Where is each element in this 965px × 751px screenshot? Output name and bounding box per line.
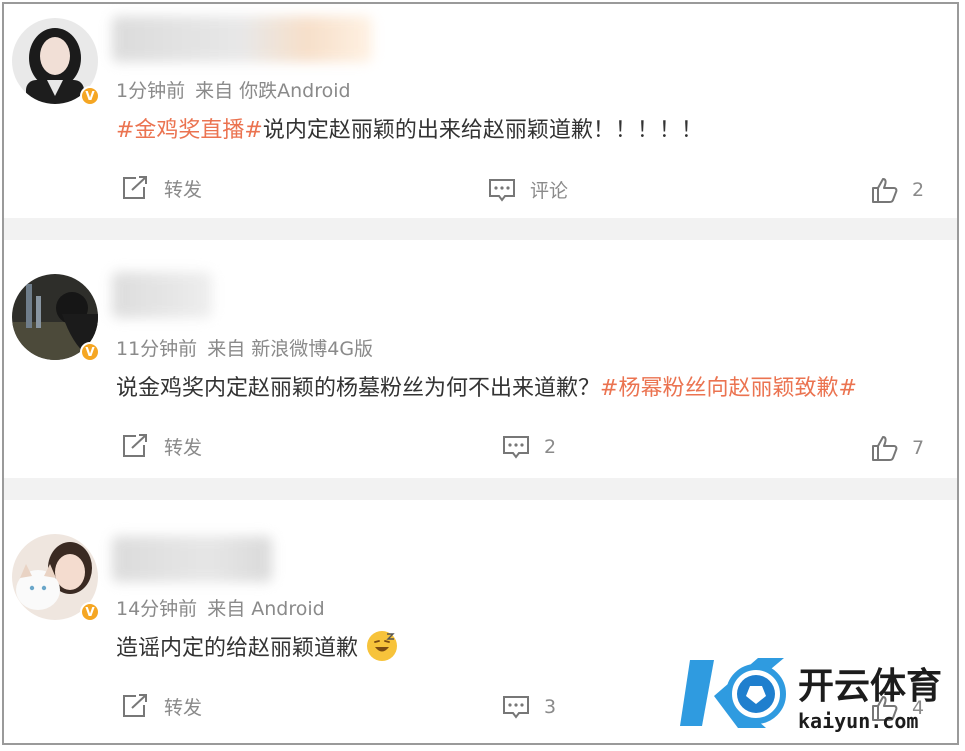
post-meta: 14分钟前 来自 Android — [116, 594, 335, 621]
post-source: 来自 新浪微博4G版 — [207, 338, 374, 360]
feed-frame: V 1分钟前 来自 你跌Android #金鸡奖直播#说内定赵丽颖的出来给赵丽颖道… — [2, 2, 959, 745]
verified-badge-icon: V — [80, 86, 100, 106]
post-text: 造谣内定的给赵丽颖道歉 — [116, 630, 398, 662]
post-meta: 1分钟前 来自 你跌Android — [116, 76, 361, 103]
comment-button[interactable]: 3 — [502, 694, 556, 720]
avatar[interactable]: V — [12, 274, 100, 362]
comment-count: 2 — [544, 436, 557, 458]
post-body: 说内定赵丽颖的出来给赵丽颖道歉！！！！！ — [262, 118, 703, 143]
post-source: 来自 你跌Android — [195, 80, 351, 102]
hashtag-link[interactable]: #金鸡奖直播# — [116, 118, 263, 143]
post-2: V 11分钟前 来自 新浪微博4G版 说金鸡奖内定赵丽颖的杨墓粉丝为何不出来道歉？… — [4, 240, 957, 478]
repost-label: 转发 — [164, 696, 203, 719]
verified-badge-icon: V — [80, 342, 100, 362]
like-button[interactable]: 2 — [870, 176, 924, 204]
username-blurred[interactable] — [112, 272, 212, 318]
post-body: 说金鸡奖内定赵丽颖的杨墓粉丝为何不出来道歉？ — [116, 376, 601, 401]
post-time: 11分钟前 — [116, 338, 198, 360]
thumbs-up-icon — [872, 178, 898, 203]
post-separator — [4, 218, 957, 240]
repost-button[interactable]: 转发 — [120, 174, 202, 202]
post-source: 来自 Android — [207, 598, 325, 620]
post-text: #金鸡奖直播#说内定赵丽颖的出来给赵丽颖道歉！！！！！ — [116, 112, 703, 144]
grinning-emoji-icon — [367, 631, 398, 661]
post-1: V 1分钟前 来自 你跌Android #金鸡奖直播#说内定赵丽颖的出来给赵丽颖道… — [4, 4, 957, 218]
post-text: 说金鸡奖内定赵丽颖的杨墓粉丝为何不出来道歉？#杨幂粉丝向赵丽颖致歉# — [116, 370, 857, 402]
repost-button[interactable]: 转发 — [120, 692, 202, 720]
like-count: 2 — [912, 179, 925, 201]
post-time: 14分钟前 — [116, 598, 198, 620]
post-body: 造谣内定的给赵丽颖道歉 — [116, 636, 359, 661]
comment-button[interactable]: 评论 — [488, 176, 568, 203]
comment-icon — [489, 178, 515, 202]
comment-icon — [503, 696, 529, 719]
post-time: 1分钟前 — [116, 80, 186, 102]
post-separator — [4, 478, 957, 500]
comment-icon — [503, 436, 529, 459]
repost-label: 转发 — [164, 178, 203, 201]
like-count: 7 — [912, 437, 925, 459]
username-blurred[interactable] — [112, 16, 372, 62]
comment-button[interactable]: 2 — [502, 434, 556, 460]
post-meta: 11分钟前 来自 新浪微博4G版 — [116, 334, 383, 361]
hashtag-link[interactable]: #杨幂粉丝向赵丽颖致歉# — [600, 376, 857, 401]
comment-count: 3 — [544, 696, 557, 718]
like-button[interactable]: 7 — [870, 434, 924, 462]
repost-icon — [123, 694, 147, 717]
username-blurred[interactable] — [112, 536, 272, 582]
thumbs-up-icon — [872, 436, 898, 461]
repost-button[interactable]: 转发 — [120, 432, 202, 460]
watermark-domain: kaiyun.com — [798, 709, 918, 733]
watermark-title: 开云体育 — [798, 666, 942, 707]
avatar[interactable]: V — [12, 534, 100, 622]
comment-label: 评论 — [530, 180, 569, 202]
repost-icon — [123, 176, 147, 199]
repost-label: 转发 — [164, 436, 203, 459]
avatar[interactable]: V — [12, 18, 100, 106]
kaiyun-logo-icon: 开云体育 kaiyun.com — [680, 658, 942, 733]
watermark: 开云体育 kaiyun.com — [680, 648, 955, 738]
repost-icon — [123, 434, 147, 457]
verified-badge-icon: V — [80, 602, 100, 622]
